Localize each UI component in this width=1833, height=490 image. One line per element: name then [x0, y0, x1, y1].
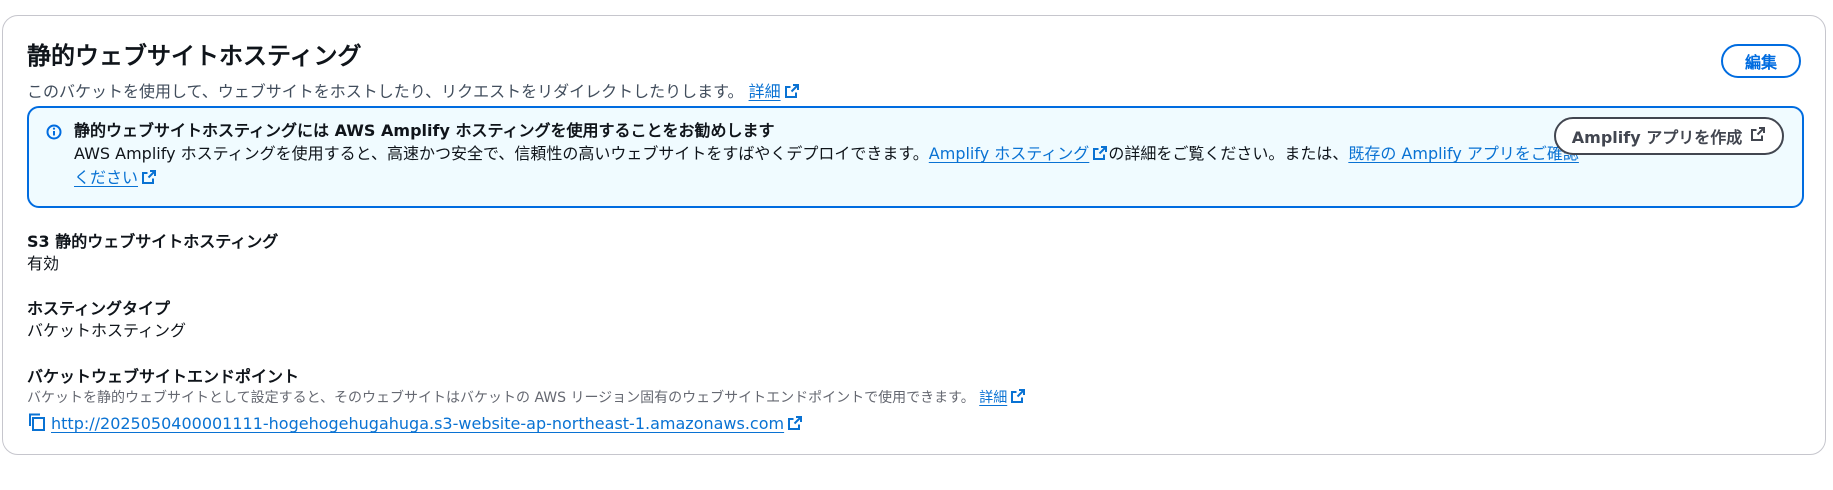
page-title: 静的ウェブサイトホスティング: [27, 42, 362, 70]
amplify-recommendation-alert: 静的ウェブサイトホスティングには AWS Amplify ホスティングを使用する…: [27, 106, 1804, 208]
hosting-type-field: ホスティングタイプ バケットホスティング: [27, 298, 186, 342]
create-amplify-app-label: Amplify アプリを作成: [1571, 128, 1743, 147]
hosting-status-label: S3 静的ウェブサイトホスティング: [27, 232, 279, 251]
static-website-hosting-panel: 静的ウェブサイトホスティング このバケットを使用して、ウェブサイトをホストしたり…: [2, 15, 1826, 455]
endpoint-description: バケットを静的ウェブサイトとして設定すると、そのウェブサイトはバケットの AWS…: [27, 388, 1026, 410]
external-link-icon: [784, 83, 800, 105]
external-link-icon: [141, 169, 157, 191]
alert-body-prefix: AWS Amplify ホスティングを使用すると、高速かつ安全で、信頼性の高いウ…: [74, 144, 929, 163]
endpoint-url-link[interactable]: http://2025050400001111-hogehogehugahuga…: [51, 413, 803, 437]
endpoint-label: バケットウェブサイトエンドポイント: [27, 367, 300, 386]
external-link-icon: [787, 415, 803, 437]
endpoint-description-text: バケットを静的ウェブサイトとして設定すると、そのウェブサイトはバケットの AWS…: [27, 390, 975, 406]
endpoint-field: バケットウェブサイトエンドポイント バケットを静的ウェブサイトとして設定すると、…: [27, 366, 1026, 438]
create-amplify-app-button[interactable]: Amplify アプリを作成: [1554, 117, 1784, 155]
hosting-type-label: ホスティングタイプ: [27, 299, 171, 318]
edit-button[interactable]: 編集: [1721, 44, 1801, 78]
external-link-icon: [1750, 126, 1766, 146]
details-link-label: 詳細: [748, 82, 781, 101]
external-link-icon: [1092, 145, 1108, 167]
alert-body-middle: の詳細をご覧ください。または、: [1108, 144, 1349, 163]
endpoint-url: http://2025050400001111-hogehogehugahuga…: [51, 414, 785, 433]
panel-header: 静的ウェブサイトホスティング このバケットを使用して、ウェブサイトをホストしたり…: [27, 28, 1801, 101]
hosting-status-value: 有効: [27, 254, 60, 273]
alert-title: 静的ウェブサイトホスティングには AWS Amplify ホスティングを使用する…: [74, 121, 775, 140]
hosting-status-field: S3 静的ウェブサイトホスティング 有効: [27, 231, 278, 275]
copy-icon[interactable]: [27, 412, 47, 438]
amplify-hosting-link[interactable]: Amplify ホスティング: [929, 144, 1109, 163]
header-description-text: このバケットを使用して、ウェブサイトをホストしたり、リクエストをリダイレクトした…: [27, 82, 744, 101]
endpoint-details-link-label: 詳細: [979, 390, 1008, 406]
header-description: このバケットを使用して、ウェブサイトをホストしたり、リクエストをリダイレクトした…: [27, 81, 800, 105]
amplify-hosting-link-label: Amplify ホスティング: [928, 144, 1090, 163]
alert-body: AWS Amplify ホスティングを使用すると、高速かつ安全で、信頼性の高いウ…: [74, 143, 1594, 191]
details-link[interactable]: 詳細: [749, 82, 800, 101]
endpoint-row: http://2025050400001111-hogehogehugahuga…: [27, 412, 1026, 438]
external-link-icon: [1010, 388, 1026, 410]
info-icon: [46, 124, 62, 144]
hosting-type-value: バケットホスティング: [27, 321, 187, 340]
endpoint-details-link[interactable]: 詳細: [979, 389, 1026, 406]
